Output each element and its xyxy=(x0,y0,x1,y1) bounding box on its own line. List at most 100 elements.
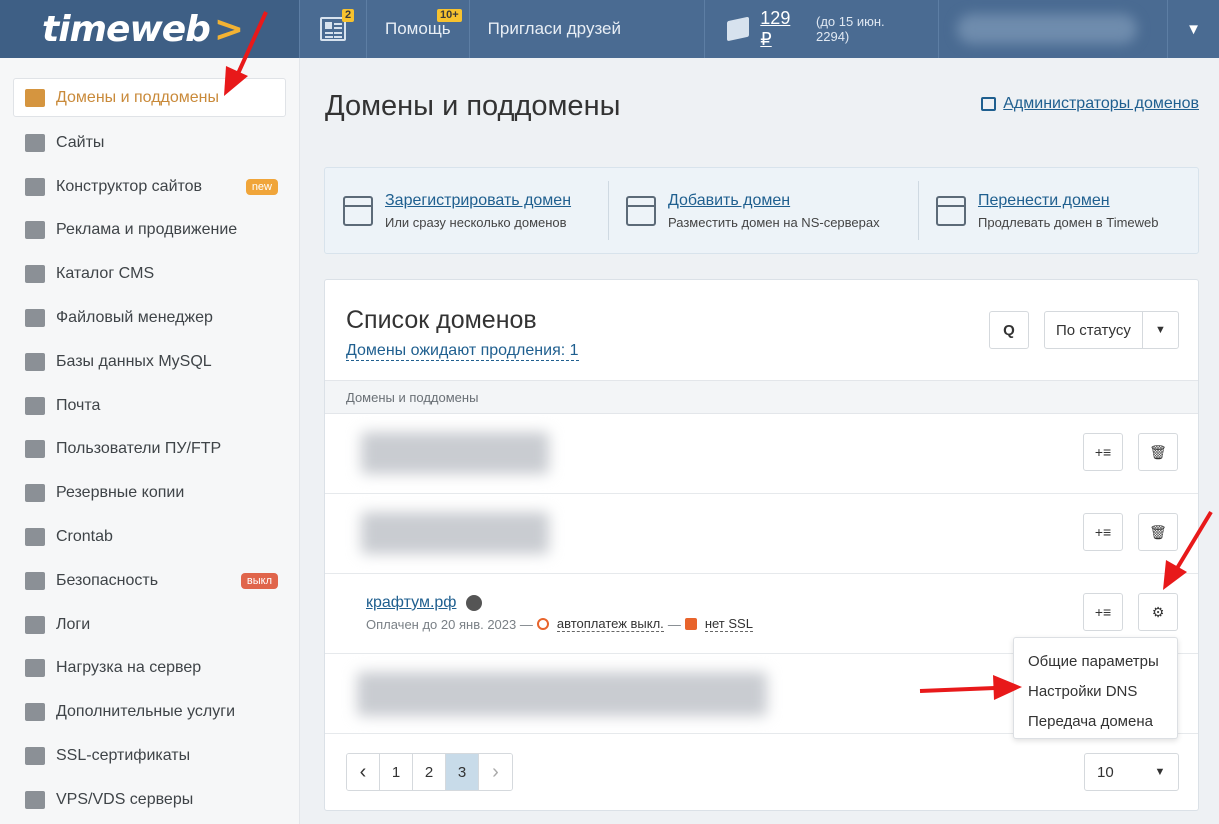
transfer-domain-action[interactable]: Перенести домен Продлевать домен в Timew… xyxy=(918,168,1198,253)
sidebar-item-label: Сайты xyxy=(56,133,105,151)
news-button[interactable]: 2 xyxy=(300,0,367,58)
browser-gear-icon xyxy=(25,133,45,152)
sidebar-item[interactable]: Резервные копии xyxy=(0,471,299,515)
sidebar-item-label: Дополнительные услуги xyxy=(56,703,236,721)
account-cell[interactable] xyxy=(939,0,1167,58)
sidebar-item[interactable]: Файловый менеджер xyxy=(0,296,299,340)
basket-icon xyxy=(25,177,45,196)
search-button[interactable]: Q xyxy=(989,311,1029,349)
per-page-value: 10 xyxy=(1097,763,1114,781)
server-icon xyxy=(25,484,45,503)
wallet-icon xyxy=(726,16,749,42)
register-domain-action[interactable]: Зарегистрировать домен Или сразу несколь… xyxy=(325,168,608,253)
register-domain-link[interactable]: Зарегистрировать домен xyxy=(385,192,571,210)
domain-name-link[interactable]: крафтум.рф xyxy=(366,594,456,612)
help-badge: 10+ xyxy=(437,9,462,22)
news-count-badge: 2 xyxy=(342,9,355,22)
database-icon xyxy=(25,352,45,371)
blurred-domain xyxy=(357,672,767,716)
vps-server-icon xyxy=(25,790,45,809)
trash-icon: 🗑 xyxy=(1149,523,1167,540)
sidebar-item[interactable]: Базы данных MySQL xyxy=(0,340,299,384)
domain-meta: Оплачен до 20 янв. 2023 — автоплатеж вык… xyxy=(366,616,757,632)
logo[interactable]: timeweb > xyxy=(42,9,244,50)
sidebar-item-label: Базы данных MySQL xyxy=(56,352,212,370)
certificate-icon xyxy=(25,747,45,766)
mailbox-icon xyxy=(25,396,45,415)
sidebar-item-label: Crontab xyxy=(56,528,113,546)
per-page-select[interactable]: 10 ▼ xyxy=(1084,753,1179,791)
settings-gear-button[interactable]: ⚙ xyxy=(1138,593,1178,631)
table-row: +≡ 🗑 xyxy=(325,494,1198,574)
sidebar-item[interactable]: Пользователи ПУ/FTP xyxy=(0,428,299,472)
sidebar-item-label: SSL-сертификаты xyxy=(56,747,191,765)
browser-arrow-icon xyxy=(936,195,966,226)
table-row: +≡ 🗑 xyxy=(325,414,1198,494)
sidebar-item[interactable]: Дополнительные услуги xyxy=(0,690,299,734)
sidebar-item[interactable]: Безопасность выкл xyxy=(0,559,299,603)
add-subdomain-button[interactable]: +≡ xyxy=(1083,433,1123,471)
autopay-icon xyxy=(536,618,549,630)
shield-icon xyxy=(25,571,45,590)
add-domain-subtitle: Разместить домен на NS-серверах xyxy=(668,214,880,230)
logo-cell[interactable]: timeweb > xyxy=(0,0,300,58)
briefcase-icon xyxy=(25,265,45,284)
account-menu-caret[interactable]: ▼ xyxy=(1167,0,1219,58)
prev-page-button[interactable]: ‹ xyxy=(347,754,380,790)
sidebar-item-label: Резервные копии xyxy=(56,484,185,502)
add-domain-link[interactable]: Добавить домен xyxy=(668,192,880,210)
sidebar-item[interactable]: Логи xyxy=(0,603,299,647)
sidebar-item-label: Конструктор сайтов xyxy=(56,177,203,195)
sidebar-item-label: Файловый менеджер xyxy=(56,309,213,327)
menu-domain-transfer[interactable]: Передача домена xyxy=(1014,706,1177,736)
menu-dns-settings[interactable]: Настройки DNS xyxy=(1014,676,1177,706)
menu-general-settings[interactable]: Общие параметры xyxy=(1014,646,1177,676)
sidebar: Домены и поддомены Сайты Конструктор сайто… xyxy=(0,58,300,824)
sidebar-item[interactable]: Домены и поддомены xyxy=(13,78,286,117)
blurred-domain xyxy=(361,512,549,554)
autopay-link[interactable]: автоплатеж выкл. xyxy=(556,616,664,632)
page-2-button[interactable]: 2 xyxy=(413,754,446,790)
invite-friends-link[interactable]: Пригласи друзей xyxy=(470,0,705,58)
browser-link-icon xyxy=(626,195,656,226)
pending-renewal-link[interactable]: Домены ожидают продления: 1 xyxy=(346,342,579,361)
sidebar-item[interactable]: VPS/VDS серверы xyxy=(0,778,299,822)
domain-admins-link[interactable]: Администраторы доменов xyxy=(981,95,1199,113)
domain-admins-label: Администраторы доменов xyxy=(1003,95,1199,112)
delete-button[interactable]: 🗑 xyxy=(1138,433,1178,471)
add-domain-action[interactable]: Добавить домен Разместить домен на NS-се… xyxy=(608,168,918,253)
account-name-blurred xyxy=(956,14,1137,44)
sidebar-item[interactable]: Нагрузка на сервер xyxy=(0,647,299,691)
paid-until-text: Оплачен до 20 янв. 2023 — xyxy=(366,616,533,632)
sidebar-item-label: Домены и поддомены xyxy=(56,88,219,106)
register-domain-subtitle: Или сразу несколько доменов xyxy=(385,214,567,230)
sidebar-item[interactable]: Реклама и продвижение xyxy=(0,209,299,253)
ssl-link[interactable]: нет SSL xyxy=(704,616,753,632)
sidebar-item[interactable]: SSL-сертификаты xyxy=(0,734,299,778)
user-card-icon xyxy=(981,97,997,111)
add-subdomain-button[interactable]: +≡ xyxy=(1083,593,1123,631)
sidebar-item[interactable]: Конструктор сайтов new xyxy=(0,165,299,209)
help-link[interactable]: Помощь 10+ xyxy=(367,0,470,58)
award-badge-icon xyxy=(466,595,482,611)
users-icon xyxy=(25,440,45,459)
balance-cell[interactable]: 129 ₽ (до 15 июн. 2294) xyxy=(705,0,939,58)
next-page-button[interactable]: › xyxy=(479,754,512,790)
add-subdomain-button[interactable]: +≡ xyxy=(1083,513,1123,551)
sidebar-item[interactable]: Почта xyxy=(0,384,299,428)
gear-icon: ⚙ xyxy=(1151,603,1165,620)
balance-value[interactable]: 129 ₽ xyxy=(760,8,806,50)
domain-list-title: Список доменов xyxy=(346,306,537,334)
sidebar-item-label: Почта xyxy=(56,396,101,414)
transfer-domain-link[interactable]: Перенести домен xyxy=(978,192,1159,210)
sitemap-icon xyxy=(25,88,45,107)
delete-button[interactable]: 🗑 xyxy=(1138,513,1178,551)
status-badge: new xyxy=(245,178,278,195)
pagination: ‹ 1 2 3 › xyxy=(346,753,513,791)
sidebar-item[interactable]: Сайты xyxy=(0,121,299,165)
sidebar-item[interactable]: Crontab xyxy=(0,515,299,559)
page-1-button[interactable]: 1 xyxy=(380,754,413,790)
page-3-button[interactable]: 3 xyxy=(446,754,479,790)
sidebar-item[interactable]: Каталог CMS xyxy=(0,252,299,296)
status-filter-select[interactable]: По статусу ▼ xyxy=(1044,311,1179,349)
